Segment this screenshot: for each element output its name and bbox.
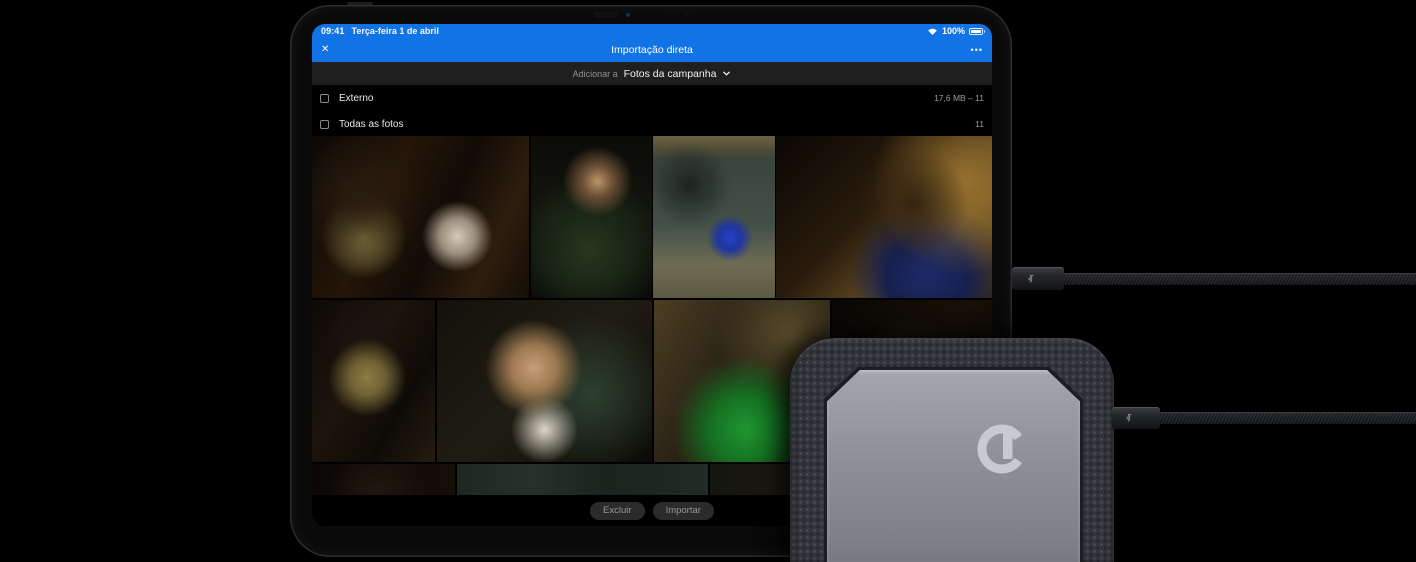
photo-partial-dark-hair[interactable] bbox=[312, 464, 455, 495]
title-bar: ✕ Importação direta ••• bbox=[312, 38, 992, 62]
external-ssd-drive bbox=[790, 338, 1114, 562]
album-name: Fotos da campanha bbox=[624, 68, 717, 80]
close-icon[interactable]: ✕ bbox=[321, 45, 329, 55]
bezel-sensor bbox=[684, 12, 690, 18]
usb-connector-bottom bbox=[1112, 407, 1160, 429]
checkbox-all-photos[interactable] bbox=[320, 120, 329, 129]
more-options-icon[interactable]: ••• bbox=[971, 46, 983, 55]
bezel-sensor-dot bbox=[671, 14, 673, 16]
source-label: Todas as fotos bbox=[339, 119, 403, 130]
page-title: Importação direta bbox=[312, 44, 992, 56]
photo-closeup-green-leather-couch[interactable] bbox=[437, 300, 652, 462]
photo-portrait-two-men-wood-interior[interactable] bbox=[312, 136, 529, 298]
photo-standing-man-olive-jacket[interactable] bbox=[312, 300, 435, 462]
photo-portrait-golden-rock-wall[interactable] bbox=[776, 136, 992, 298]
source-list: Externo 17,6 MB – 11 Todas as fotos 11 bbox=[312, 85, 992, 137]
photo-man-blue-sweater-green-building[interactable] bbox=[653, 136, 775, 298]
usb-connector-top bbox=[1012, 267, 1064, 290]
add-to-label: Adicionar a bbox=[573, 69, 618, 79]
source-row-external[interactable]: Externo 17,6 MB – 11 bbox=[312, 85, 992, 111]
status-bar: 09:41 Terça-feira 1 de abril 100% bbox=[312, 24, 992, 38]
scene: 09:41 Terça-feira 1 de abril 100% ✕ Impo… bbox=[0, 0, 1416, 562]
battery-percentage: 100% bbox=[942, 26, 965, 36]
thunderbolt-icon bbox=[1026, 274, 1036, 284]
status-time: 09:41 bbox=[321, 26, 345, 36]
source-row-all-photos[interactable]: Todas as fotos 11 bbox=[312, 111, 992, 137]
photo-portrait-green-leather-coat[interactable] bbox=[531, 136, 652, 298]
front-camera-lens bbox=[626, 13, 630, 17]
chevron-down-icon bbox=[722, 69, 731, 78]
delete-button[interactable]: Excluir bbox=[590, 502, 645, 520]
photo-partial-green-panels[interactable] bbox=[457, 464, 708, 495]
status-date: Terça-feira 1 de abril bbox=[352, 26, 439, 36]
thunderbolt-icon bbox=[1124, 413, 1134, 423]
usb-cable-bottom bbox=[1156, 412, 1416, 424]
drive-metal-plate bbox=[827, 370, 1080, 562]
usb-cable-top bbox=[1060, 273, 1416, 285]
front-camera-pill bbox=[593, 12, 618, 18]
wifi-icon bbox=[927, 27, 938, 36]
source-label: Externo bbox=[339, 93, 373, 104]
battery-icon bbox=[969, 28, 983, 35]
album-selector[interactable]: Adicionar a Fotos da campanha bbox=[312, 62, 992, 85]
source-detail: 11 bbox=[975, 119, 984, 129]
checkbox-external[interactable] bbox=[320, 94, 329, 103]
g-drive-logo bbox=[974, 421, 1031, 478]
import-button[interactable]: Importar bbox=[653, 502, 714, 520]
source-detail: 17,6 MB – 11 bbox=[934, 93, 984, 103]
